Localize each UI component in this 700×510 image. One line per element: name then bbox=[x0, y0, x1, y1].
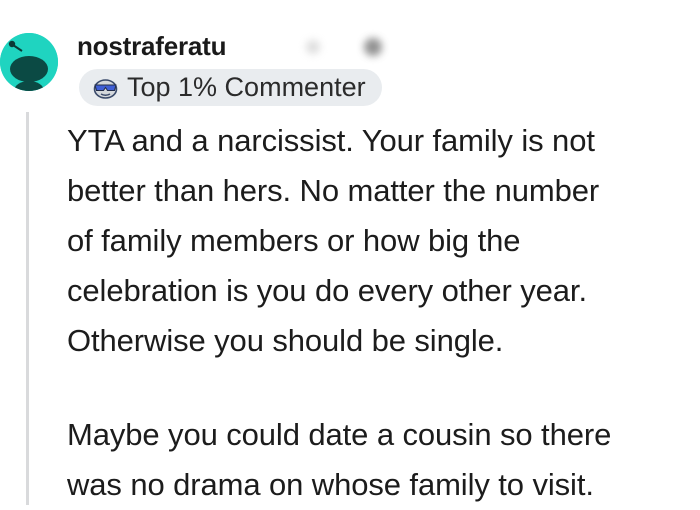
flair-label: Top 1% Commenter bbox=[127, 72, 366, 102]
comment-line: was no drama on whose family to visit. bbox=[67, 467, 594, 502]
comment-line: Otherwise you should be single. bbox=[67, 323, 504, 358]
comment-author[interactable]: nostraferatu bbox=[77, 30, 226, 62]
sunglasses-emoji-icon bbox=[93, 78, 118, 99]
reddit-snoo-icon bbox=[0, 33, 58, 91]
comment-line: of family members or how big the bbox=[67, 223, 521, 258]
comment-line: Maybe you could date a cousin so there bbox=[67, 417, 612, 452]
comment-line: YTA and a narcissist. Your family is not bbox=[67, 123, 595, 158]
blurred-icon bbox=[364, 38, 382, 56]
thread-line[interactable] bbox=[26, 112, 29, 505]
blurred-icon bbox=[306, 40, 320, 54]
comment-line: better than hers. No matter the number bbox=[67, 173, 600, 208]
comment-body: YTA and a narcissist. Your family is not… bbox=[67, 116, 697, 510]
avatar[interactable] bbox=[0, 33, 58, 91]
comment-line: celebration is you do every other year. bbox=[67, 273, 587, 308]
user-flair: Top 1% Commenter bbox=[79, 69, 382, 106]
